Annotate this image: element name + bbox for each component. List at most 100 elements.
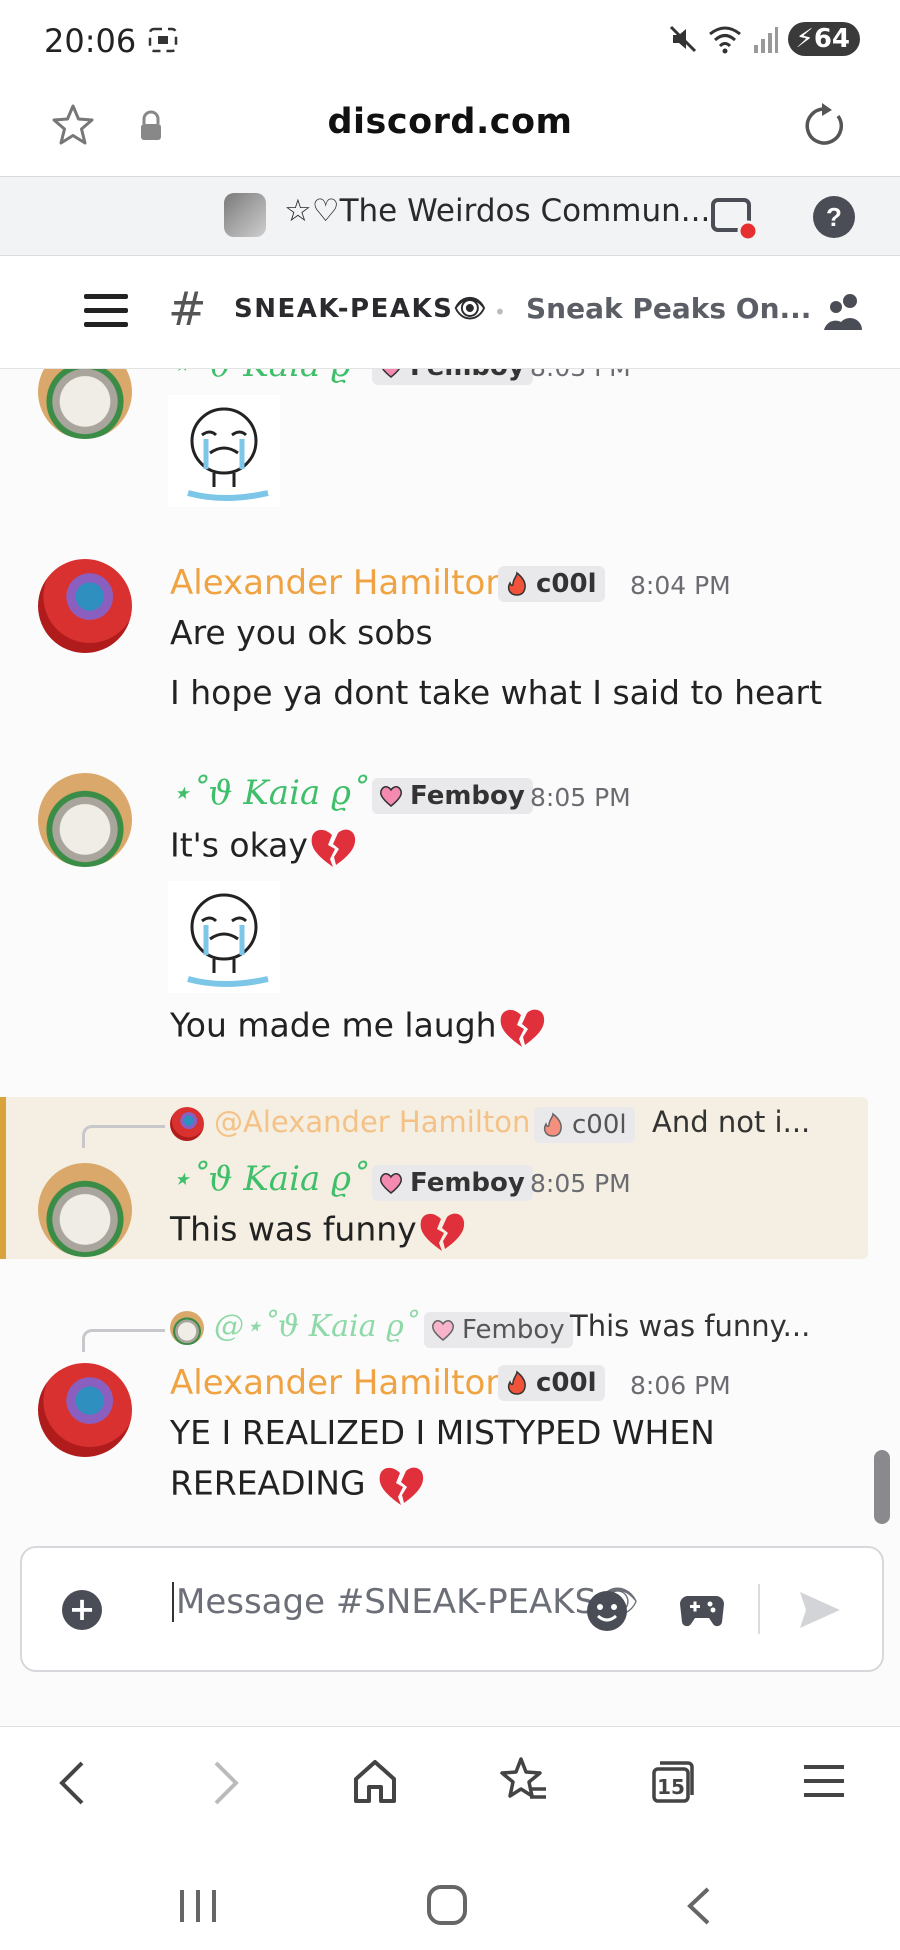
- browser-navigation-bar: 15: [0, 1726, 900, 1837]
- crying-sticker-image[interactable]: [168, 395, 280, 507]
- message-author[interactable]: ⋆˚ϑ Kaia ϱ˚⋆: [170, 369, 389, 385]
- channel-topic[interactable]: Sneak Peaks On...: [526, 292, 811, 325]
- broken-heart-emoji: [379, 1467, 424, 1505]
- send-icon[interactable]: [798, 1590, 842, 1630]
- reply-preview-text[interactable]: And not i...: [652, 1105, 810, 1139]
- message-author[interactable]: Alexander Hamilton: [170, 1363, 507, 1403]
- status-time: 20:06: [44, 22, 137, 60]
- message-author[interactable]: Alexander Hamilton: [170, 563, 507, 603]
- system-back-icon[interactable]: [686, 1886, 712, 1926]
- reply-connector: [82, 1329, 165, 1352]
- message-timestamp: 8:06 PM: [630, 1371, 731, 1400]
- badge-label: Femboy: [410, 781, 525, 811]
- avatar[interactable]: [38, 559, 132, 653]
- avatar[interactable]: [38, 773, 132, 867]
- recent-apps-icon[interactable]: [178, 1888, 218, 1924]
- broken-heart-emoji: [311, 829, 356, 867]
- help-icon[interactable]: ?: [812, 195, 856, 239]
- back-icon[interactable]: [56, 1759, 86, 1807]
- menu-icon[interactable]: [84, 292, 128, 330]
- browser-address-bar: discord.com: [0, 80, 900, 177]
- avatar[interactable]: [38, 369, 132, 439]
- channel-hash-icon: #: [168, 282, 207, 336]
- role-badge: Femboy: [372, 1165, 533, 1201]
- add-attachment-button[interactable]: +: [62, 1590, 102, 1630]
- channel-name[interactable]: SNEAK-PEAKS👁: [234, 294, 488, 324]
- broken-heart-emoji: [500, 1009, 544, 1047]
- reply-role-badge: Femboy: [424, 1312, 573, 1348]
- message-text: I hope ya dont take what I said to heart: [170, 673, 823, 712]
- message-text-content: This was funny: [170, 1209, 417, 1249]
- scrollbar-thumb[interactable]: [874, 1450, 890, 1524]
- message-text: YE I REALIZED I MISTYPED WHEN: [170, 1413, 715, 1452]
- fire-badge-icon: [543, 1112, 562, 1137]
- role-badge: c00l: [498, 566, 605, 602]
- reply-author[interactable]: @Alexander Hamilton: [214, 1105, 530, 1139]
- reply-role-badge: c00l: [534, 1107, 635, 1143]
- bookmarks-icon[interactable]: [498, 1755, 548, 1805]
- badge-label: c00l: [536, 1368, 597, 1398]
- status-icons: ⚡64: [668, 22, 860, 56]
- fire-badge-icon: [507, 571, 526, 596]
- message-timestamp: 8:05 PM: [530, 783, 631, 812]
- avatar[interactable]: [38, 1163, 132, 1257]
- message-input[interactable]: Message #SNEAK-PEAKS👁: [172, 1582, 639, 1622]
- tabs-count: 15: [657, 1775, 685, 1799]
- mute-icon: [669, 25, 696, 53]
- server-icon[interactable]: [224, 193, 266, 237]
- message-text: Are you ok sobs: [170, 613, 433, 652]
- reply-author[interactable]: @⋆˚ϑ Kaia ϱ˚⋆: [214, 1309, 438, 1344]
- tabs-button[interactable]: 15: [650, 1759, 696, 1805]
- heart-badge-icon: [379, 786, 403, 807]
- svg-text:?: ?: [826, 202, 842, 232]
- screenshot-icon: [148, 27, 178, 53]
- badge-label: c00l: [536, 569, 597, 599]
- message-text-content: REREADING: [170, 1463, 377, 1503]
- server-name[interactable]: ☆♡The Weirdos Commun...: [284, 193, 710, 229]
- message-list[interactable]: ⋆˚ϑ Kaia ϱ˚⋆ Femboy 8:03 PM Alexander Ha…: [0, 369, 900, 1539]
- role-badge: c00l: [498, 1365, 605, 1401]
- members-icon[interactable]: [822, 292, 866, 332]
- reload-icon[interactable]: [800, 102, 848, 150]
- message-text-content: It's okay: [170, 825, 308, 865]
- fire-badge-icon: [507, 1370, 526, 1395]
- crying-sticker-image[interactable]: [168, 881, 280, 993]
- message-text: You made me laugh: [170, 1005, 547, 1049]
- badge-label: Femboy: [410, 1168, 525, 1198]
- message-author[interactable]: ⋆˚ϑ Kaia ϱ˚⋆: [170, 1159, 389, 1199]
- message-timestamp: 8:05 PM: [530, 1169, 631, 1198]
- message-text: REREADING: [170, 1463, 426, 1507]
- emoji-icon[interactable]: [586, 1590, 628, 1632]
- reply-preview-text[interactable]: This was funny...: [570, 1309, 810, 1343]
- message-composer[interactable]: + Message #SNEAK-PEAKS👁: [20, 1546, 884, 1672]
- battery-indicator: ⚡64: [787, 22, 860, 56]
- channel-header: # SNEAK-PEAKS👁 • Sneak Peaks On...: [0, 256, 900, 369]
- reply-avatar: [170, 1311, 204, 1345]
- heart-badge-icon: [379, 1173, 403, 1194]
- message-author[interactable]: ⋆˚ϑ Kaia ϱ˚⋆: [170, 773, 389, 813]
- reply-avatar: [170, 1107, 204, 1141]
- role-badge: Femboy: [372, 778, 533, 814]
- heart-badge-icon: [431, 1320, 455, 1341]
- status-bar: 20:06 ⚡64: [0, 0, 900, 80]
- inbox-icon[interactable]: [710, 197, 758, 241]
- browser-menu-icon[interactable]: [804, 1763, 844, 1799]
- role-badge: Femboy: [372, 369, 533, 385]
- header-separator: •: [494, 300, 506, 324]
- reply-connector: [82, 1125, 165, 1148]
- gamepad-icon[interactable]: [680, 1592, 724, 1628]
- url-text[interactable]: discord.com: [0, 102, 900, 142]
- message-text: This was funny: [170, 1209, 467, 1253]
- message-timestamp: 8:03 PM: [530, 369, 631, 382]
- composer-divider: [758, 1584, 760, 1634]
- badge-label: Femboy: [410, 369, 525, 382]
- signal-icon: [753, 27, 778, 53]
- home-button-icon[interactable]: [426, 1884, 468, 1926]
- home-icon[interactable]: [352, 1757, 398, 1805]
- system-navigation-bar: [0, 1836, 900, 1950]
- wifi-icon: [708, 26, 741, 54]
- avatar[interactable]: [38, 1363, 132, 1457]
- message-text-content: You made me laugh: [170, 1005, 497, 1045]
- message-timestamp: 8:04 PM: [630, 571, 731, 600]
- forward-icon[interactable]: [212, 1759, 242, 1807]
